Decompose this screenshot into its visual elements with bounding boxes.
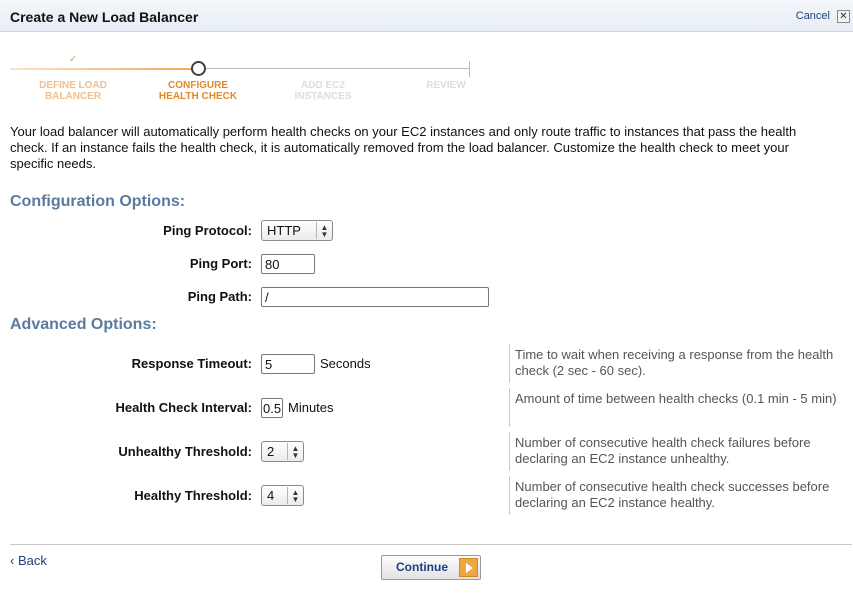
response-timeout-label: Response Timeout: <box>131 356 252 371</box>
wizard-step-define-load-balancer: DEFINE LOAD BALANCER <box>39 80 107 102</box>
ping-port-input[interactable] <box>261 254 315 274</box>
wizard-step-add-ec2-instances: ADD EC2 INSTANCES <box>294 80 352 102</box>
wizard-step-configure-health-check: CONFIGURE HEALTH CHECK <box>158 80 238 102</box>
ping-protocol-value: HTTP <box>267 223 301 238</box>
cancel-link[interactable]: Cancel <box>796 10 830 22</box>
unhealthy-threshold-select[interactable]: 2 ▲ ▼ <box>261 441 304 462</box>
wizard-step-review: REVIEW <box>426 80 466 91</box>
wizard-progress: ✓ DEFINE LOAD BALANCER CONFIGURE HEALTH … <box>0 52 853 112</box>
ping-path-input[interactable] <box>261 287 489 307</box>
healthy-threshold-label: Healthy Threshold: <box>134 488 252 503</box>
continue-button[interactable]: Continue <box>381 555 481 580</box>
footer-divider <box>10 544 852 545</box>
health-check-interval-input[interactable] <box>261 398 283 418</box>
progress-track-end <box>469 61 470 77</box>
healthy-threshold-value: 4 <box>267 488 275 503</box>
up-down-arrows-icon: ▲ ▼ <box>287 443 303 460</box>
health-check-interval-help: Amount of time between health checks (0.… <box>509 388 839 427</box>
health-check-interval-label: Health Check Interval: <box>115 400 252 415</box>
response-timeout-input[interactable] <box>261 354 315 374</box>
healthy-threshold-help: Number of consecutive health check succe… <box>509 476 839 515</box>
response-timeout-help: Time to wait when receiving a response f… <box>509 344 839 383</box>
dialog-titlebar: Create a New Load Balancer Cancel ✕ <box>0 0 853 32</box>
continue-button-label: Continue <box>396 560 448 574</box>
play-arrow-icon <box>459 558 478 577</box>
ping-port-label: Ping Port: <box>189 256 252 271</box>
response-timeout-unit: Seconds <box>320 356 371 371</box>
progress-track-completed <box>10 68 192 70</box>
back-link[interactable]: ‹ Back <box>10 553 47 568</box>
intro-text: Your load balancer will automatically pe… <box>10 124 797 171</box>
health-check-interval-unit: Minutes <box>288 400 334 415</box>
up-down-arrows-icon: ▲ ▼ <box>316 222 332 239</box>
dialog-title: Create a New Load Balancer <box>10 9 199 25</box>
ping-protocol-select[interactable]: HTTP ▲ ▼ <box>261 220 333 241</box>
advanced-heading: Advanced Options: <box>10 316 157 333</box>
unhealthy-threshold-help: Number of consecutive health check failu… <box>509 432 839 471</box>
close-icon[interactable]: ✕ <box>837 10 850 23</box>
unhealthy-threshold-value: 2 <box>267 444 275 459</box>
progress-track-remaining <box>205 68 470 69</box>
healthy-threshold-select[interactable]: 4 ▲ ▼ <box>261 485 304 506</box>
config-heading: Configuration Options: <box>10 193 186 210</box>
ping-path-label: Ping Path: <box>187 289 252 304</box>
unhealthy-threshold-label: Unhealthy Threshold: <box>118 444 252 459</box>
check-icon: ✓ <box>69 54 78 65</box>
up-down-arrows-icon: ▲ ▼ <box>287 487 303 504</box>
current-step-marker <box>191 61 206 76</box>
ping-protocol-label: Ping Protocol: <box>163 223 252 238</box>
